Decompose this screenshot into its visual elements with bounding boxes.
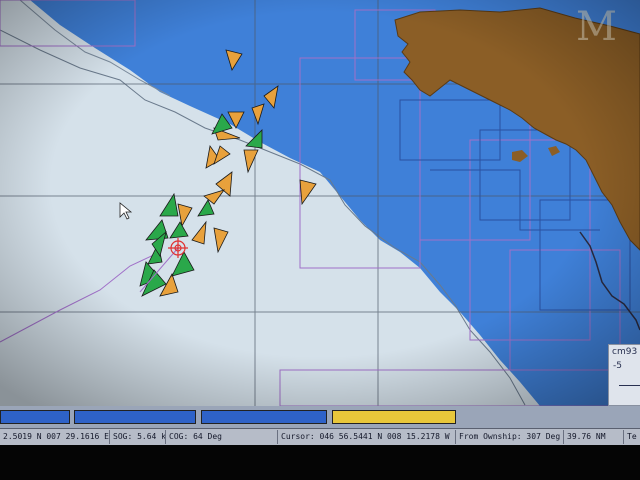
monitor-bezel (0, 445, 640, 480)
status-bar: 2.5019 N 007 29.1616 E SOG: 5.64 kts COG… (0, 428, 640, 445)
depth-panel-title: cm93 (612, 347, 638, 357)
depth-panel-value: -5 (613, 361, 622, 371)
chart-bar-segment[interactable] (201, 410, 327, 424)
chart-bar-segment[interactable] (74, 410, 196, 424)
chart-bar-strip (0, 406, 640, 428)
status-extra: Te (627, 432, 637, 441)
chart-bar-segment[interactable] (0, 410, 70, 424)
status-cog: COG: 64 Deg (166, 430, 278, 444)
status-cursor: Cursor: 046 56.5441 N 008 15.2178 W (278, 430, 456, 444)
depth-panel-scale (619, 385, 640, 386)
screen-vignette (0, 0, 640, 410)
chart-bar-segment-active[interactable] (332, 410, 456, 424)
status-range: 39.76 NM (564, 430, 624, 444)
depth-info-panel[interactable]: cm93 -5 (608, 344, 640, 406)
status-from-ownship: From Ownship: 307 Deg (456, 430, 564, 444)
status-position: 2.5019 N 007 29.1616 E (0, 430, 110, 444)
chart-plotter-screen: M (0, 0, 640, 480)
status-sog: SOG: 5.64 kts (110, 430, 166, 444)
nautical-chart[interactable]: M (0, 0, 640, 410)
